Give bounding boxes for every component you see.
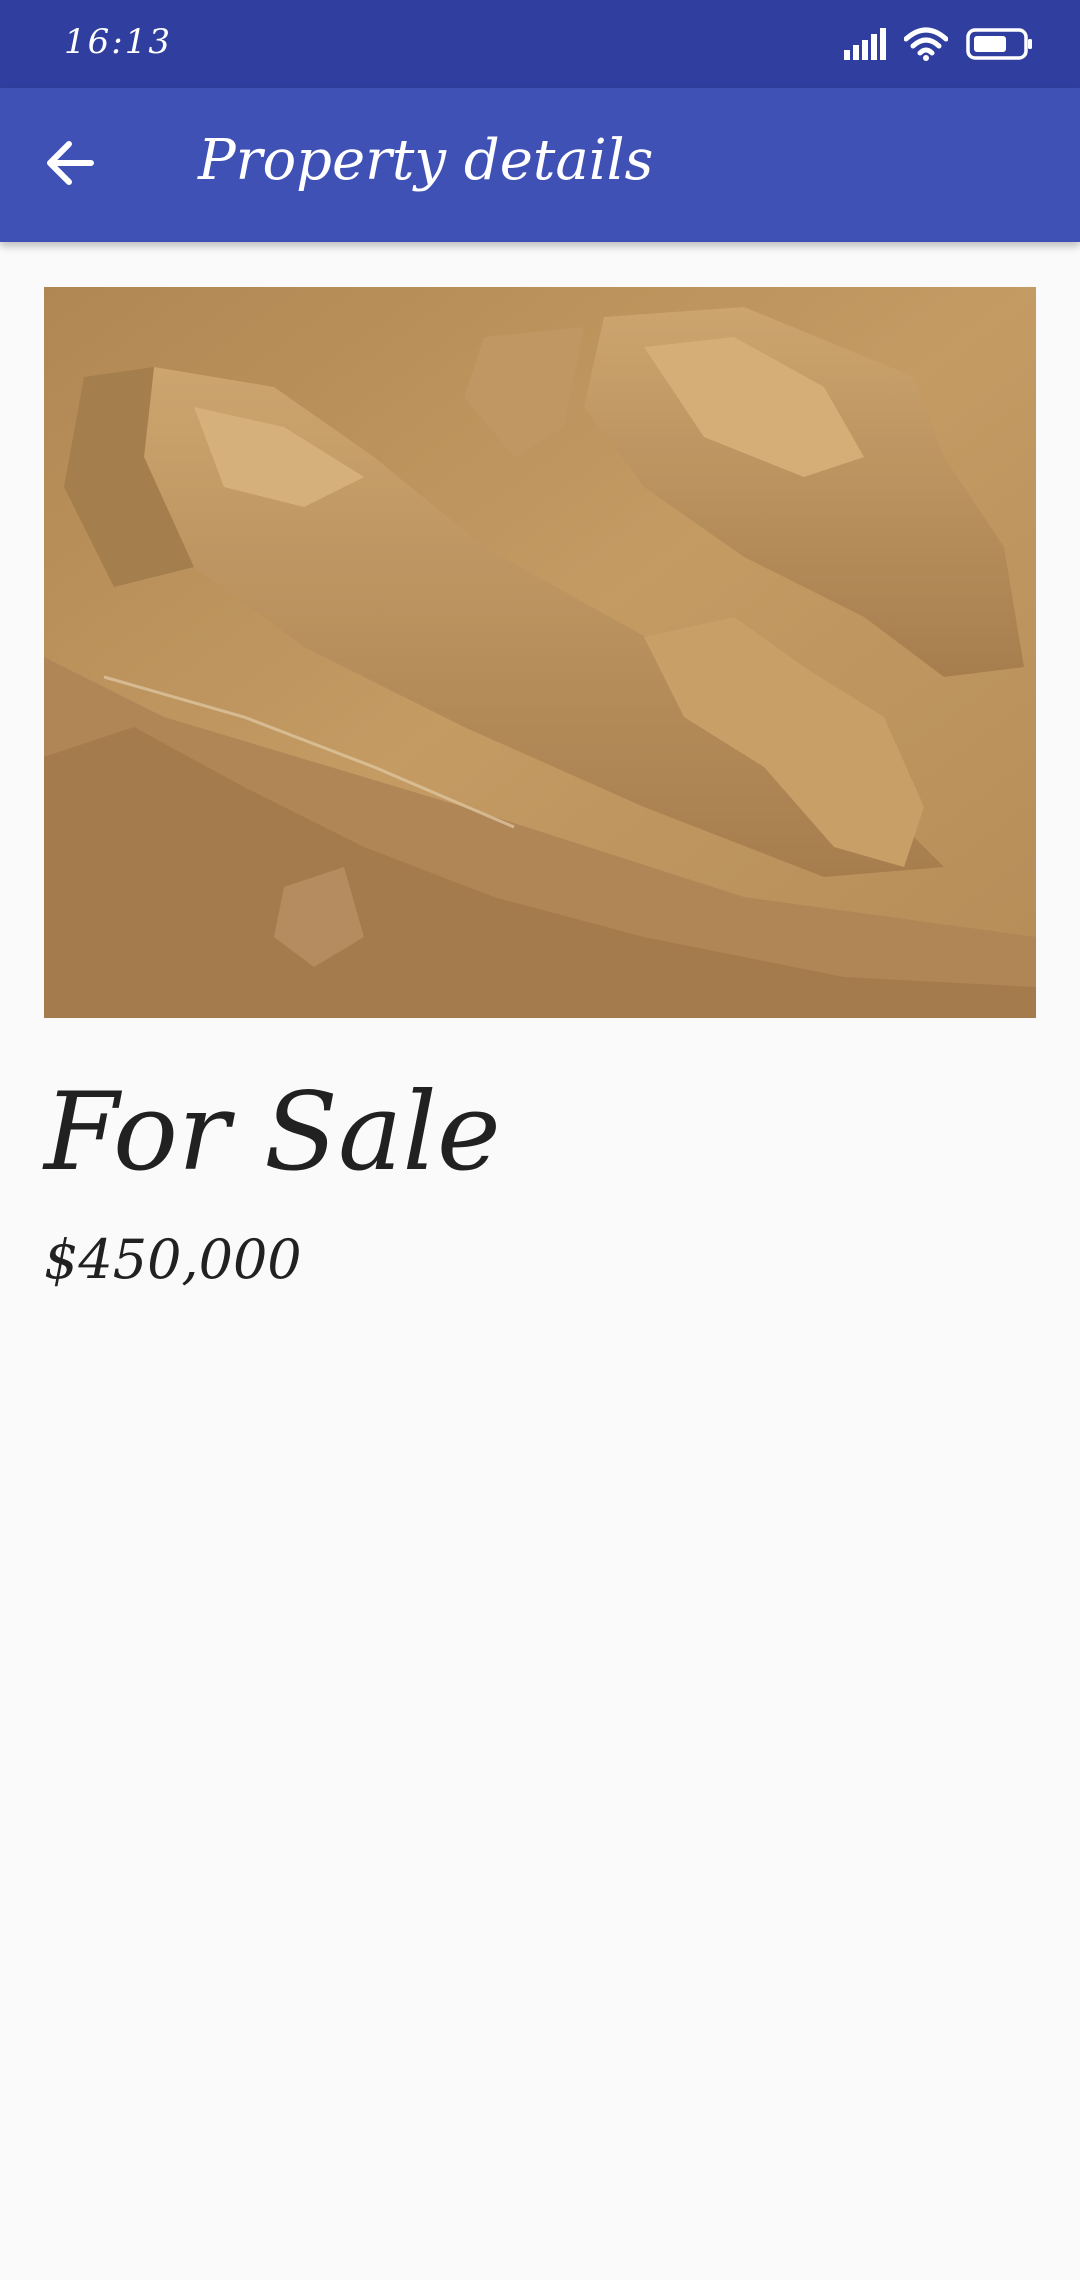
arrow-back-icon <box>45 140 95 190</box>
back-button[interactable] <box>30 125 110 205</box>
property-photo <box>44 287 1036 1018</box>
listing-status: For Sale <box>44 1070 501 1195</box>
status-time: 16:13 <box>64 22 172 62</box>
page-title: Property details <box>198 128 654 193</box>
status-bar: 16:13 <box>0 0 1080 88</box>
app-bar: Property details <box>0 88 1080 242</box>
battery-icon <box>966 28 1034 64</box>
status-icons <box>844 26 1034 66</box>
signal-icon <box>844 28 886 64</box>
listing-price: $450,000 <box>44 1228 302 1291</box>
wifi-icon <box>903 27 949 65</box>
